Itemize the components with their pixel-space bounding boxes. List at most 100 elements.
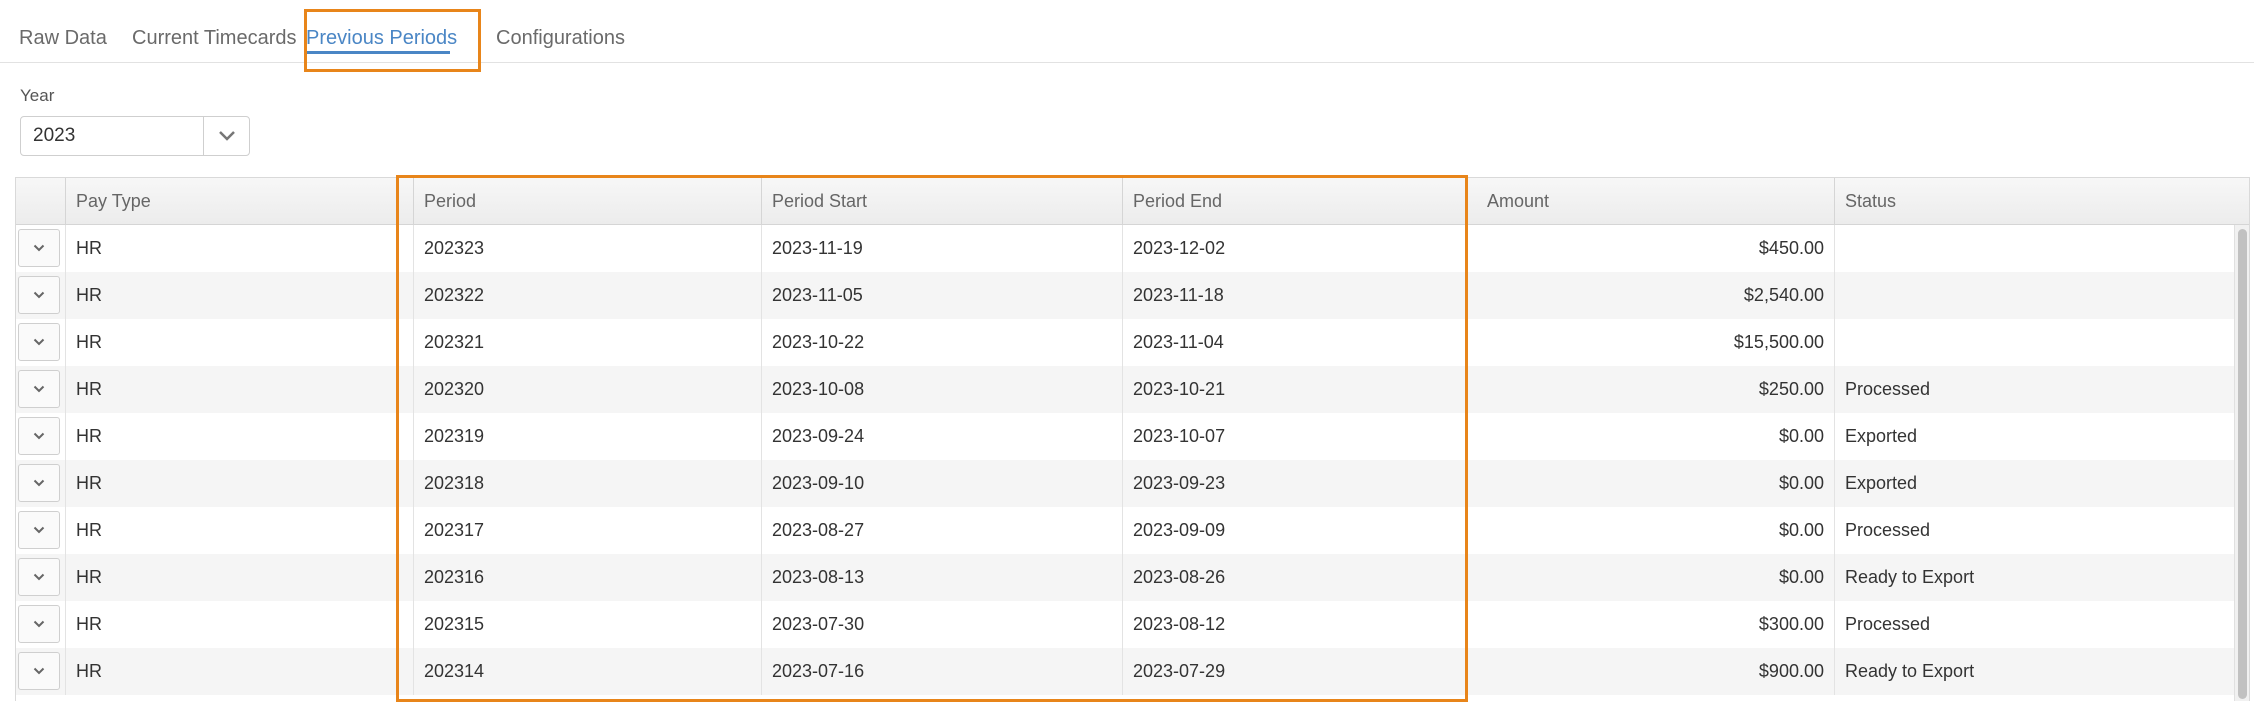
cell-pay-type: HR	[65, 554, 413, 601]
row-expand-button[interactable]	[18, 370, 60, 408]
cell-pay-type: HR	[65, 648, 413, 695]
chevron-down-icon	[33, 526, 45, 534]
header-pay-type[interactable]: Pay Type	[65, 178, 413, 225]
row-expand-button[interactable]	[18, 229, 60, 267]
header-status[interactable]: Status	[1834, 178, 2234, 225]
cell-status	[1834, 319, 2234, 366]
grid-scrollbar[interactable]	[2234, 225, 2249, 701]
cell-period-start: 2023-08-27	[761, 507, 1122, 554]
cell-amount: $300.00	[1758, 614, 1824, 634]
cell-period-start: 2023-08-13	[761, 554, 1122, 601]
cell-period: 202317	[413, 507, 761, 554]
cell-period-end: 2023-08-12	[1122, 601, 1477, 648]
tab-current-timecards[interactable]: Current Timecards	[132, 10, 297, 60]
header-period-end[interactable]: Period End	[1122, 178, 1477, 225]
cell-amount: $450.00	[1758, 238, 1824, 258]
chevron-down-icon	[218, 131, 235, 141]
row-expand-button[interactable]	[18, 464, 60, 502]
cell-status	[1834, 225, 2234, 272]
table-row[interactable]: HR 202320 2023-10-08 2023-10-21 $250.00 Proce…	[16, 366, 2234, 413]
chevron-down-icon	[33, 667, 45, 675]
cell-period-start: 2023-09-10	[761, 460, 1122, 507]
table-row[interactable]: HR 202314 2023-07-16 2023-07-29 $900.00 Ready…	[16, 648, 2234, 695]
table-row[interactable]: HR 202319 2023-09-24 2023-10-07 $0.00 Exporte…	[16, 413, 2234, 460]
row-expand-button[interactable]	[18, 605, 60, 643]
cell-period: 202315	[413, 601, 761, 648]
cell-pay-type: HR	[65, 366, 413, 413]
cell-period-end: 2023-09-09	[1122, 507, 1477, 554]
tab-raw-data[interactable]: Raw Data	[19, 10, 107, 60]
cell-period: 202318	[413, 460, 761, 507]
table-row[interactable]: HR 202316 2023-08-13 2023-08-26 $0.00 Ready t…	[16, 554, 2234, 601]
chevron-down-icon	[33, 244, 45, 252]
table-row[interactable]: HR 202318 2023-09-10 2023-09-23 $0.00 Exporte…	[16, 460, 2234, 507]
cell-period: 202316	[413, 554, 761, 601]
year-select[interactable]: 2023	[20, 116, 250, 156]
cell-period-start: 2023-07-30	[761, 601, 1122, 648]
row-expand-button[interactable]	[18, 511, 60, 549]
cell-period-end: 2023-09-23	[1122, 460, 1477, 507]
table-row[interactable]: HR 202323 2023-11-19 2023-12-02 $450.00	[16, 225, 2234, 272]
cell-period-start: 2023-10-22	[761, 319, 1122, 366]
cell-period: 202322	[413, 272, 761, 319]
cell-status: Exported	[1834, 460, 2234, 507]
cell-status: Processed	[1834, 366, 2234, 413]
table-row[interactable]: HR 202321 2023-10-22 2023-11-04 $15,500.00	[16, 319, 2234, 366]
cell-period-start: 2023-10-08	[761, 366, 1122, 413]
year-dropdown-button[interactable]	[203, 117, 249, 155]
table-row[interactable]: HR 202317 2023-08-27 2023-09-09 $0.00 Process…	[16, 507, 2234, 554]
cell-status: Processed	[1834, 601, 2234, 648]
cell-period-start: 2023-11-19	[761, 225, 1122, 272]
table-row[interactable]: HR 202322 2023-11-05 2023-11-18 $2,540.00	[16, 272, 2234, 319]
row-expand-button[interactable]	[18, 276, 60, 314]
cell-amount: $250.00	[1758, 379, 1824, 399]
cell-status: Ready to Export	[1834, 648, 2234, 695]
chevron-down-icon	[33, 291, 45, 299]
cell-pay-type: HR	[65, 272, 413, 319]
row-expand-button[interactable]	[18, 558, 60, 596]
cell-status	[1834, 272, 2234, 319]
cell-amount: $0.00	[1778, 473, 1824, 493]
cell-pay-type: HR	[65, 413, 413, 460]
cell-pay-type: HR	[65, 225, 413, 272]
cell-amount: $0.00	[1778, 567, 1824, 587]
cell-amount: $0.00	[1778, 426, 1824, 446]
row-expand-button[interactable]	[18, 323, 60, 361]
tab-previous-periods[interactable]: Previous Periods	[290, 10, 464, 60]
table-row[interactable]: HR 202315 2023-07-30 2023-08-12 $300.00 Proce…	[16, 601, 2234, 648]
cell-period: 202314	[413, 648, 761, 695]
cell-period-start: 2023-07-16	[761, 648, 1122, 695]
cell-status: Processed	[1834, 507, 2234, 554]
cell-period: 202319	[413, 413, 761, 460]
cell-period-end: 2023-10-21	[1122, 366, 1477, 413]
cell-pay-type: HR	[65, 460, 413, 507]
cell-period-end: 2023-10-07	[1122, 413, 1477, 460]
row-expand-button[interactable]	[18, 417, 60, 455]
cell-amount: $2,540.00	[1743, 285, 1824, 305]
cell-pay-type: HR	[65, 507, 413, 554]
cell-pay-type: HR	[65, 319, 413, 366]
cell-period-start: 2023-09-24	[761, 413, 1122, 460]
cell-period-end: 2023-11-18	[1122, 272, 1477, 319]
header-expander-cell	[16, 178, 65, 225]
header-period[interactable]: Period	[413, 178, 761, 225]
cell-amount: $900.00	[1758, 661, 1824, 681]
scrollbar-thumb[interactable]	[2238, 229, 2247, 699]
previous-periods-grid: Pay Type Period Period Start Period End …	[15, 177, 2250, 701]
year-value: 2023	[33, 125, 76, 146]
tab-previous-periods-label: Previous Periods	[306, 27, 458, 49]
cell-period-end: 2023-11-04	[1122, 319, 1477, 366]
cell-period: 202323	[413, 225, 761, 272]
cell-period-end: 2023-08-26	[1122, 554, 1477, 601]
cell-status: Ready to Export	[1834, 554, 2234, 601]
chevron-down-icon	[33, 479, 45, 487]
row-expand-button[interactable]	[18, 652, 60, 690]
cell-period-end: 2023-07-29	[1122, 648, 1477, 695]
chevron-down-icon	[33, 573, 45, 581]
cell-period: 202321	[413, 319, 761, 366]
header-period-start[interactable]: Period Start	[761, 178, 1122, 225]
tab-configurations[interactable]: Configurations	[496, 10, 625, 60]
grid-header: Pay Type Period Period Start Period End …	[16, 178, 2249, 225]
tab-bar: Raw Data Current Timecards Previous Peri…	[0, 0, 2254, 63]
header-amount[interactable]: Amount	[1477, 178, 1834, 225]
